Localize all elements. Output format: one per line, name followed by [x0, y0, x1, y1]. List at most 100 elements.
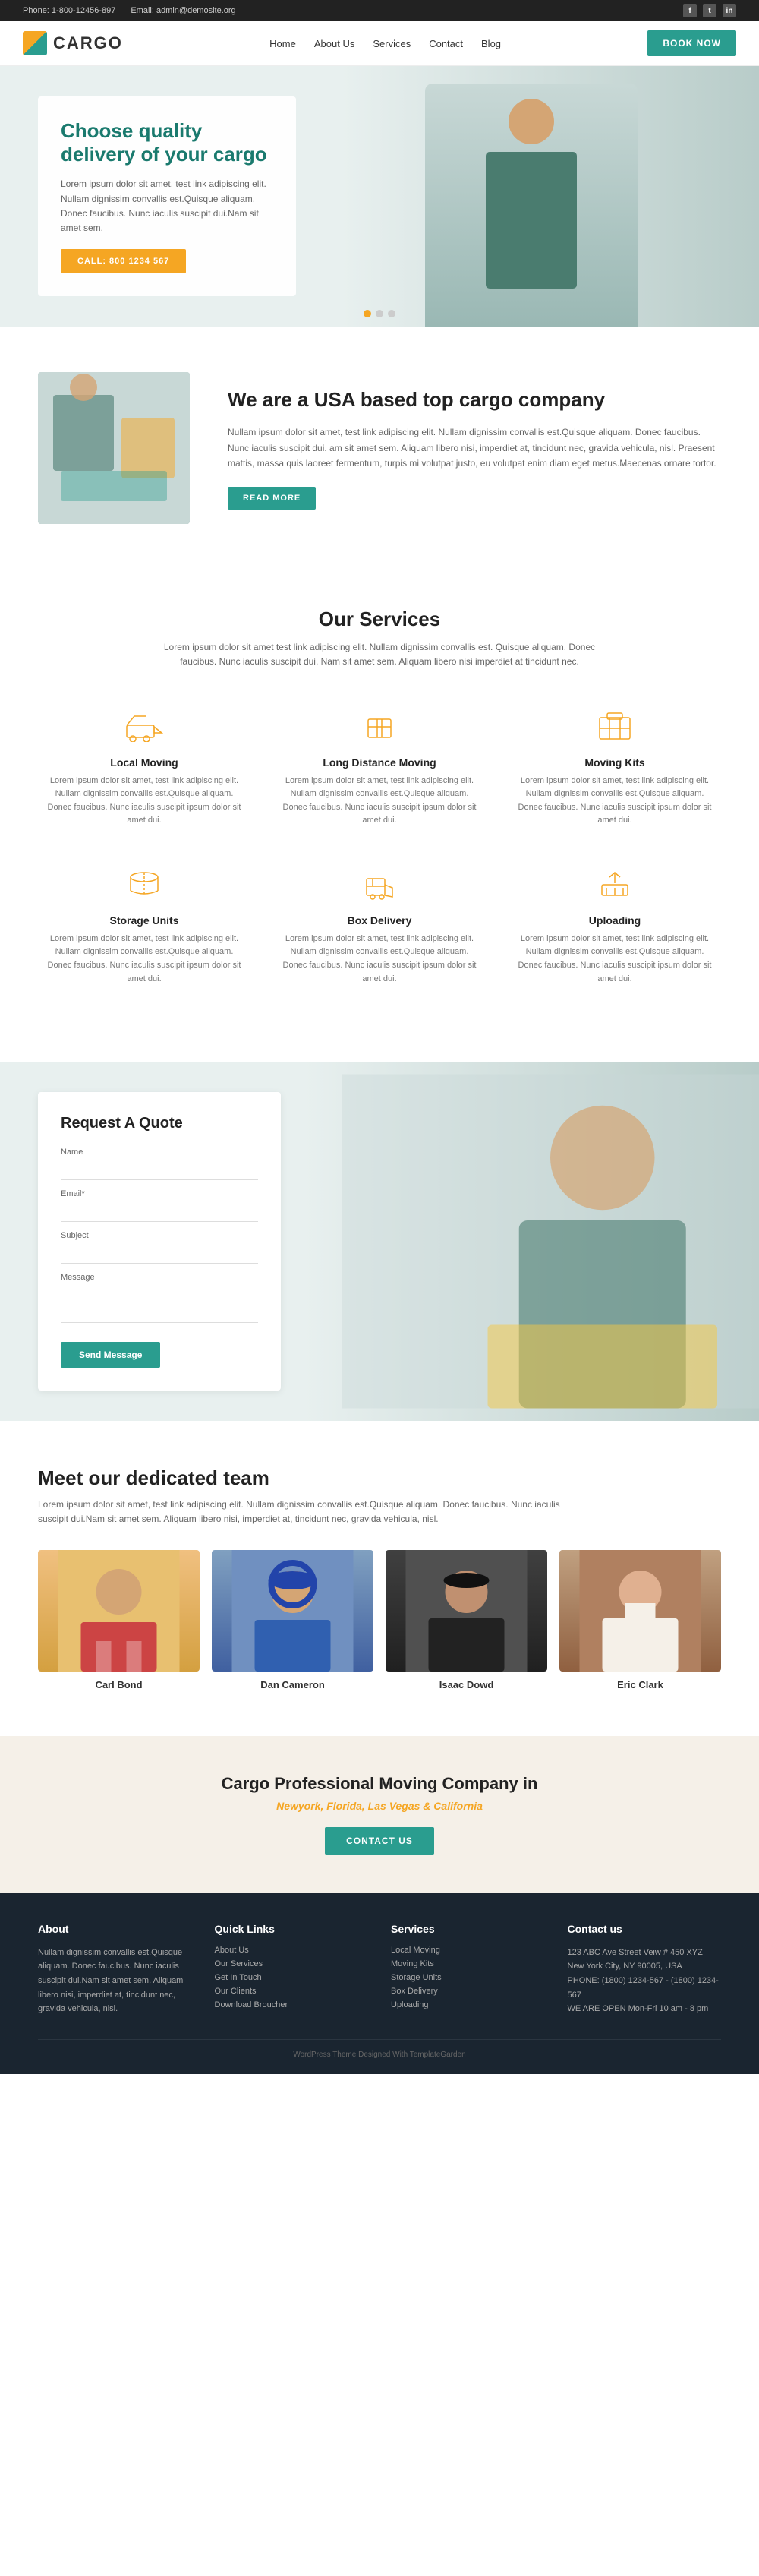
services-title: Our Services [38, 608, 721, 631]
hero-image-area [304, 66, 759, 327]
footer-svc-kits[interactable]: Moving Kits [391, 1959, 545, 1968]
quote-form-wrapper: Request A Quote Name Email* Subject Mess… [38, 1092, 281, 1391]
services-subtitle: Lorem ipsum dolor sit amet test link adi… [152, 640, 607, 669]
team-member-dan: Dan Cameron [212, 1550, 373, 1690]
footer-svc-storage[interactable]: Storage Units [391, 1973, 545, 1982]
footer-quicklinks-title: Quick Links [215, 1923, 369, 1935]
message-field-group: Message [61, 1273, 258, 1325]
about-section: We are a USA based top cargo company Nul… [0, 327, 759, 570]
service-desc-0: Lorem ipsum dolor sit amet, test link ad… [46, 775, 243, 828]
footer-link-about[interactable]: About Us [215, 1946, 369, 1955]
team-grid: Carl Bond Dan Cameron [38, 1550, 721, 1690]
team-desc: Lorem ipsum dolor sit amet, test link ad… [38, 1498, 569, 1526]
footer-link-broucher[interactable]: Download Broucher [215, 2000, 369, 2009]
hero-dot-1[interactable] [364, 310, 371, 317]
footer-link-clients[interactable]: Our Clients [215, 1987, 369, 1996]
footer-svc-box[interactable]: Box Delivery [391, 1987, 545, 1996]
footer-contact-title: Contact us [568, 1923, 722, 1935]
footer-grid: About Nullam dignissim convallis est.Qui… [38, 1923, 721, 2016]
service-name-2: Moving Kits [516, 756, 713, 769]
footer-bottom: WordPress Theme Designed With TemplateGa… [38, 2039, 721, 2059]
email-label: Email* [61, 1189, 258, 1198]
hero-dots [364, 310, 395, 317]
long-distance-icon [357, 708, 402, 746]
about-image [38, 372, 190, 524]
twitter-icon[interactable]: t [703, 4, 716, 17]
nav-home[interactable]: Home [269, 38, 296, 49]
logo-icon [23, 31, 47, 55]
send-message-button[interactable]: Send Message [61, 1342, 160, 1368]
nav-blog[interactable]: Blog [481, 38, 501, 49]
logo-text: CARGO [53, 33, 123, 53]
dan-illustration [212, 1550, 373, 1672]
footer-contact-address: 123 ABC Ave Street Veiw # 450 XYZ [568, 1946, 722, 1960]
logo[interactable]: CARGO [23, 31, 123, 55]
subject-field-group: Subject [61, 1231, 258, 1264]
service-long-distance: Long Distance Moving Lorem ipsum dolor s… [273, 700, 486, 835]
footer-contact-hours: WE ARE OPEN Mon-Fri 10 am - 8 pm [568, 2002, 722, 2016]
team-member-isaac: Isaac Dowd [386, 1550, 547, 1690]
footer-quicklinks-col: Quick Links About Us Our Services Get In… [215, 1923, 369, 2016]
service-name-0: Local Moving [46, 756, 243, 769]
name-input[interactable] [61, 1160, 258, 1180]
main-nav: Home About Us Services Contact Blog [269, 38, 501, 49]
facebook-icon[interactable]: f [683, 4, 697, 17]
quote-section: Request A Quote Name Email* Subject Mess… [0, 1062, 759, 1421]
service-name-3: Storage Units [46, 914, 243, 927]
subject-input[interactable] [61, 1243, 258, 1264]
service-moving-kits: Moving Kits Lorem ipsum dolor sit amet, … [509, 700, 721, 835]
service-desc-3: Lorem ipsum dolor sit amet, test link ad… [46, 933, 243, 986]
hero-dot-2[interactable] [376, 310, 383, 317]
footer-link-touch[interactable]: Get In Touch [215, 1973, 369, 1982]
dan-photo [212, 1550, 373, 1672]
footer-link-services[interactable]: Our Services [215, 1959, 369, 1968]
team-member-carl: Carl Bond [38, 1550, 200, 1690]
footer-bottom-text: WordPress Theme Designed With TemplateGa… [293, 2050, 465, 2059]
top-bar-contact: Phone: 1-800-12456-897 Email: admin@demo… [23, 6, 236, 15]
service-storage: Storage Units Lorem ipsum dolor sit amet… [38, 858, 250, 993]
carl-photo [38, 1550, 200, 1672]
linkedin-icon[interactable]: in [723, 4, 736, 17]
footer-about-title: About [38, 1923, 192, 1935]
hero-dot-3[interactable] [388, 310, 395, 317]
hero-cta-button[interactable]: CALL: 800 1234 567 [61, 249, 186, 273]
hero-content: Choose quality delivery of your cargo Lo… [0, 66, 319, 327]
footer-contact-col: Contact us 123 ABC Ave Street Veiw # 450… [568, 1923, 722, 2016]
email-field-group: Email* [61, 1189, 258, 1222]
phone-label: Phone: 1-800-12456-897 [23, 6, 115, 15]
contact-us-button[interactable]: CONTACT US [325, 1827, 434, 1855]
service-uploading: Uploading Lorem ipsum dolor sit amet, te… [509, 858, 721, 993]
footer-about-text: Nullam dignissim convallis est.Quisque a… [38, 1946, 192, 2016]
services-section: Our Services Lorem ipsum dolor sit amet … [0, 570, 759, 1031]
quote-bg-illustration [342, 1062, 759, 1421]
top-bar: Phone: 1-800-12456-897 Email: admin@demo… [0, 0, 759, 21]
nav-about[interactable]: About Us [314, 38, 354, 49]
service-name-4: Box Delivery [281, 914, 478, 927]
hero-title: Choose quality delivery of your cargo [61, 119, 273, 166]
nav-services[interactable]: Services [373, 38, 411, 49]
footer-svc-upload[interactable]: Uploading [391, 2000, 545, 2009]
footer: About Nullam dignissim convallis est.Qui… [0, 1893, 759, 2074]
footer-svc-local[interactable]: Local Moving [391, 1946, 545, 1955]
footer-services-title: Services [391, 1923, 545, 1935]
cta-section: Cargo Professional Moving Company in New… [0, 1736, 759, 1893]
nav-contact[interactable]: Contact [429, 38, 463, 49]
storage-icon [121, 866, 167, 904]
isaac-photo [386, 1550, 547, 1672]
message-textarea[interactable] [61, 1285, 258, 1323]
hero-person-image [425, 84, 638, 327]
footer-services-col: Services Local Moving Moving Kits Storag… [391, 1923, 545, 2016]
team-title: Meet our dedicated team [38, 1466, 721, 1490]
carl-illustration [38, 1550, 200, 1672]
dan-name: Dan Cameron [212, 1679, 373, 1690]
about-text: We are a USA based top cargo company Nul… [228, 387, 721, 510]
about-illustration [38, 372, 190, 524]
service-desc-4: Lorem ipsum dolor sit amet, test link ad… [281, 933, 478, 986]
about-title: We are a USA based top cargo company [228, 387, 721, 413]
service-name-1: Long Distance Moving [281, 756, 478, 769]
hero-section: Choose quality delivery of your cargo Lo… [0, 66, 759, 327]
footer-contact-city: New York City, NY 90005, USA [568, 1959, 722, 1974]
read-more-button[interactable]: READ MORE [228, 487, 316, 510]
email-input[interactable] [61, 1201, 258, 1222]
book-now-button[interactable]: BOOK NOW [647, 30, 736, 56]
